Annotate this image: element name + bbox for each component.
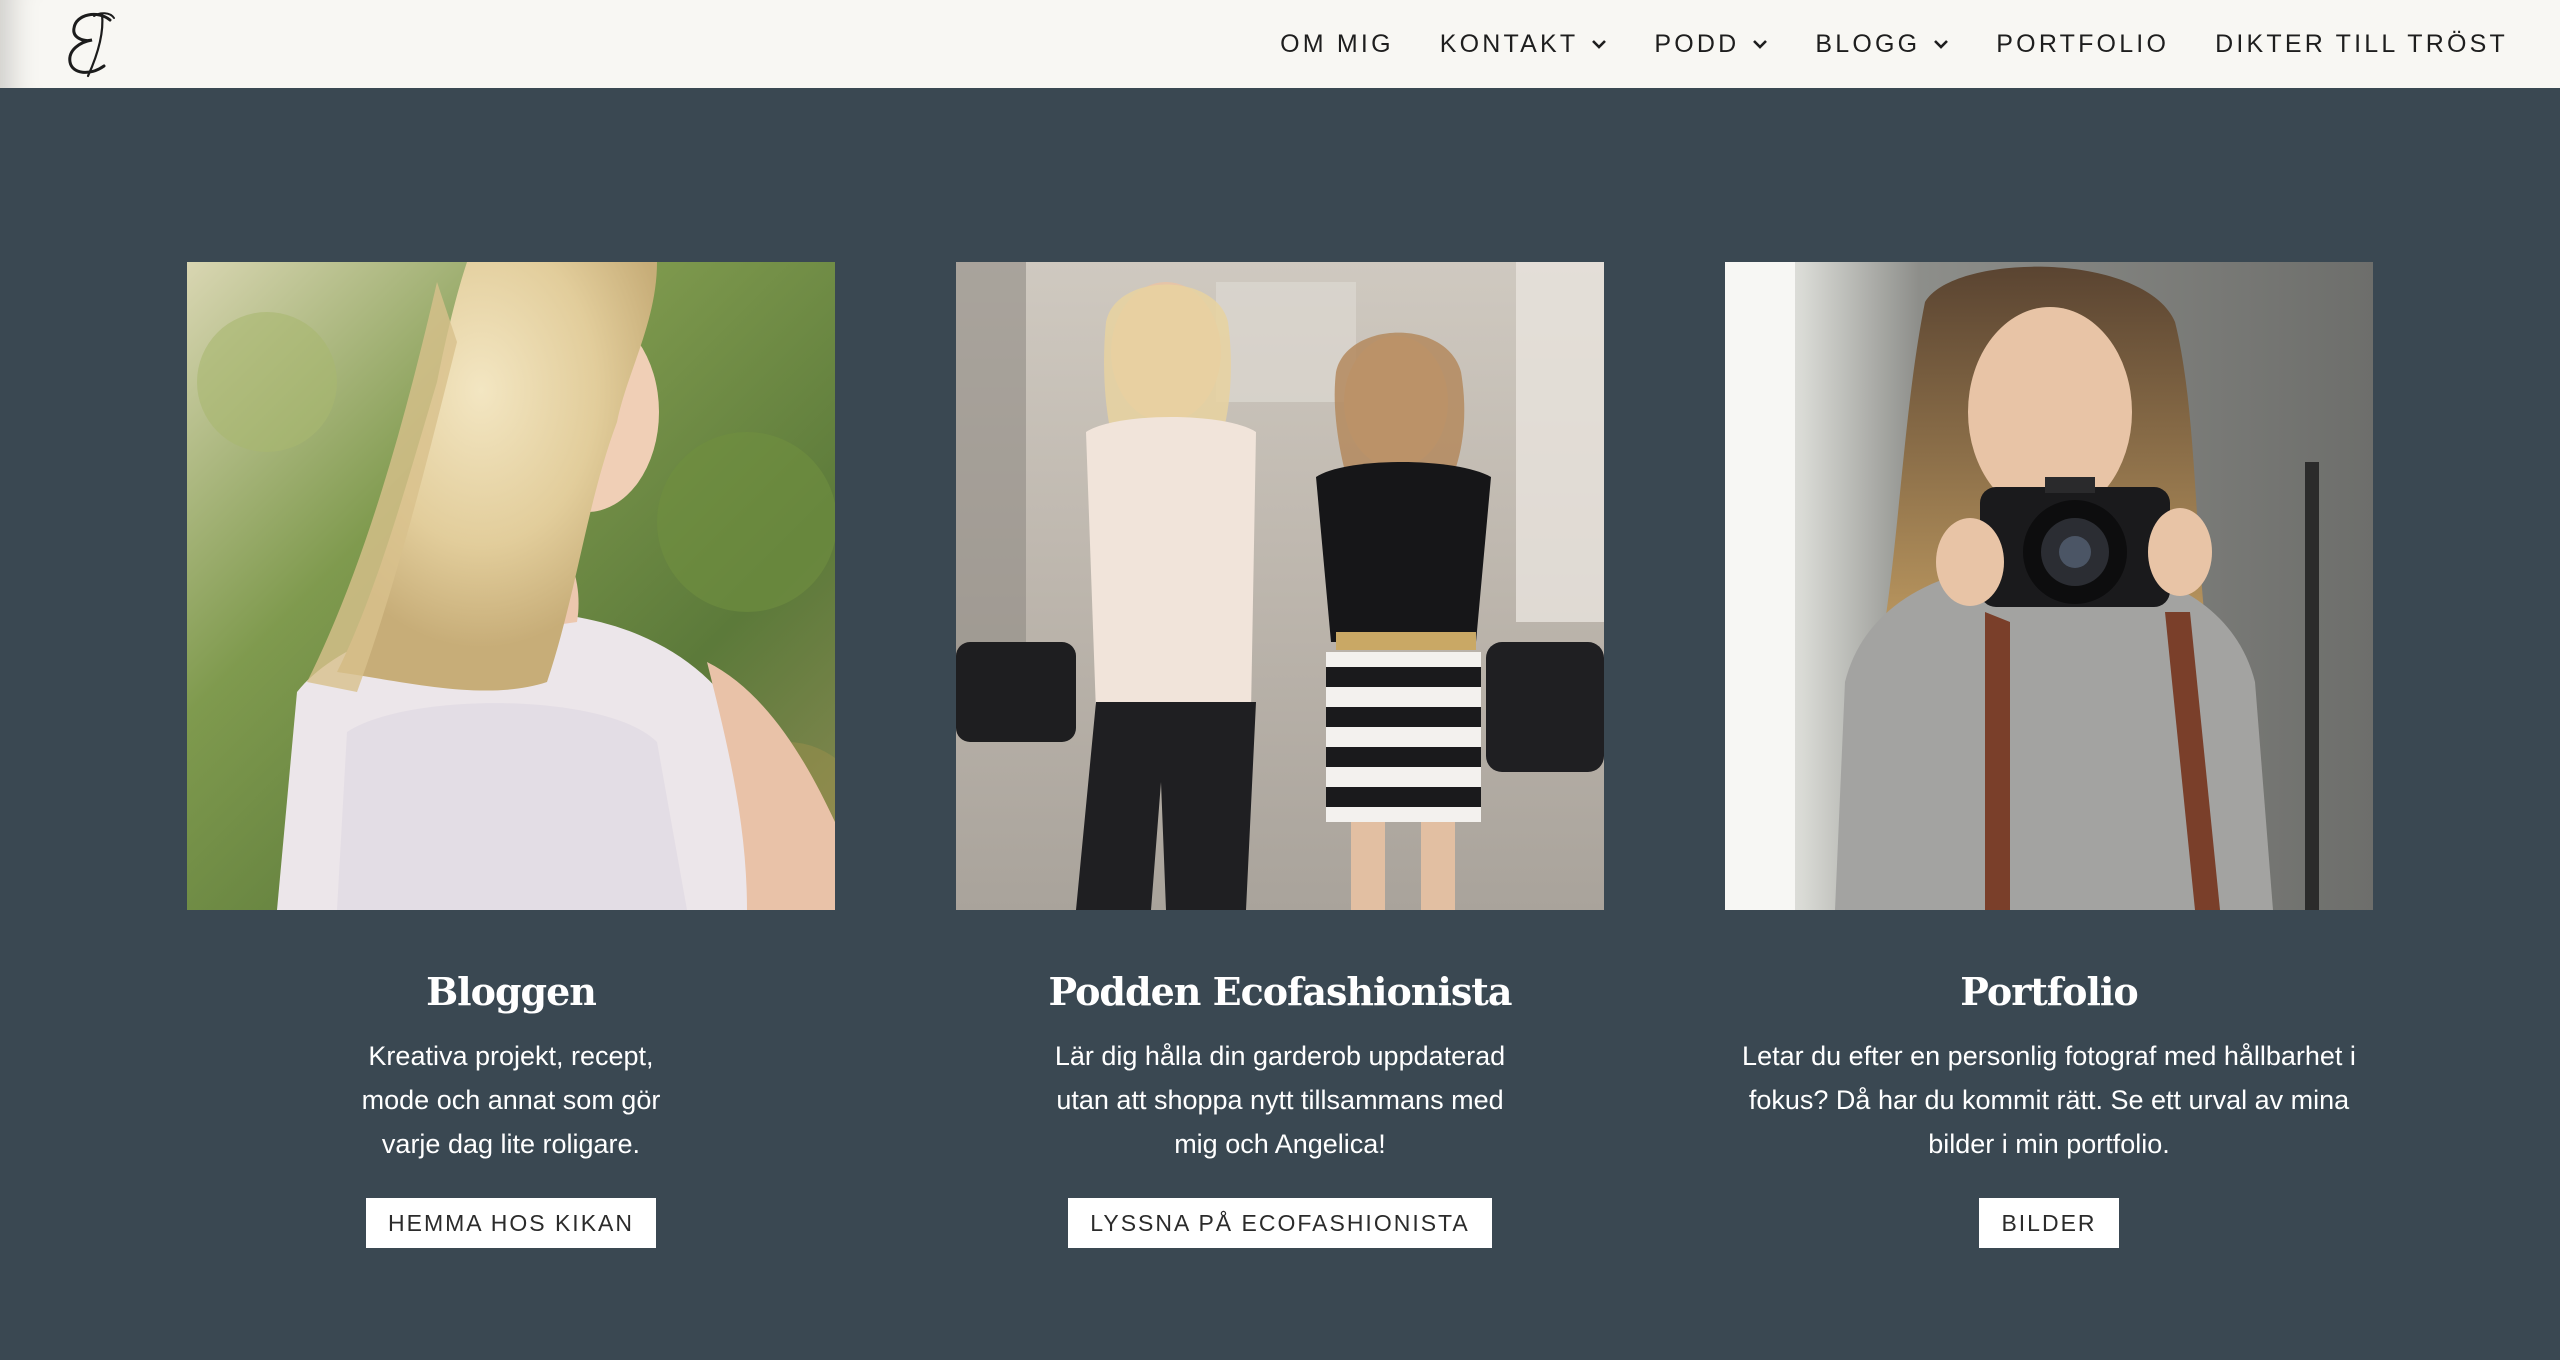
lyssna-pa-ecofashionista-button[interactable]: LYSSNA PÅ ECOFASHIONISTA: [1068, 1198, 1492, 1248]
chevron-down-icon: [1934, 40, 1949, 49]
card-bloggen: Bloggen Kreativa projekt, recept, mode o…: [187, 262, 835, 1248]
nav-item-label: OM MIG: [1280, 29, 1394, 58]
chevron-down-icon: [1753, 40, 1768, 49]
nav-item-label: PODD: [1654, 29, 1740, 58]
nav-item-portfolio[interactable]: PORTFOLIO: [1996, 30, 2169, 59]
chevron-down-icon: [1592, 40, 1607, 49]
nav-item-dikter-till-trost[interactable]: DIKTER TILL TRÖST: [2215, 30, 2508, 59]
card-description: Letar du efter en personlig fotograf med…: [1742, 1041, 2356, 1159]
main-nav: OM MIG KONTAKT PODD BLOGG PORTFOLIO DIKT…: [1280, 0, 2508, 88]
script-e-logo[interactable]: [58, 6, 128, 82]
card-description: Kreativa projekt, recept, mode och annat…: [361, 1041, 661, 1159]
hemma-hos-kikan-button[interactable]: HEMMA HOS KIKAN: [366, 1198, 656, 1248]
nav-item-podd[interactable]: PODD: [1654, 30, 1769, 59]
blonde-woman-lace-top-photo[interactable]: [187, 262, 835, 910]
card-title: Podden Ecofashionista: [1048, 969, 1513, 1014]
site-header: OM MIG KONTAKT PODD BLOGG PORTFOLIO DIKT…: [0, 0, 2560, 88]
card-description: Lär dig hålla din garderob uppdaterad ut…: [1054, 1041, 1506, 1159]
nav-item-om-mig[interactable]: OM MIG: [1280, 30, 1394, 59]
card-portfolio: Portfolio Letar du efter en personlig fo…: [1725, 262, 2373, 1248]
nav-item-label: PORTFOLIO: [1996, 29, 2170, 58]
woman-with-camera-photo[interactable]: [1725, 262, 2373, 910]
bilder-button[interactable]: BILDER: [1979, 1198, 2119, 1248]
nav-item-blogg[interactable]: BLOGG: [1815, 30, 1950, 59]
two-women-walking-street-photo[interactable]: [956, 262, 1604, 910]
card-podden-ecofashionista: Podden Ecofashionista Lär dig hålla din …: [956, 262, 1604, 1248]
nav-item-label: BLOGG: [1815, 29, 1921, 58]
nav-item-kontakt[interactable]: KONTAKT: [1440, 30, 1609, 59]
card-title: Bloggen: [426, 969, 597, 1014]
nav-item-label: KONTAKT: [1439, 29, 1579, 58]
card-title: Portfolio: [1960, 969, 2138, 1014]
nav-item-label: DIKTER TILL TRÖST: [2215, 29, 2508, 58]
